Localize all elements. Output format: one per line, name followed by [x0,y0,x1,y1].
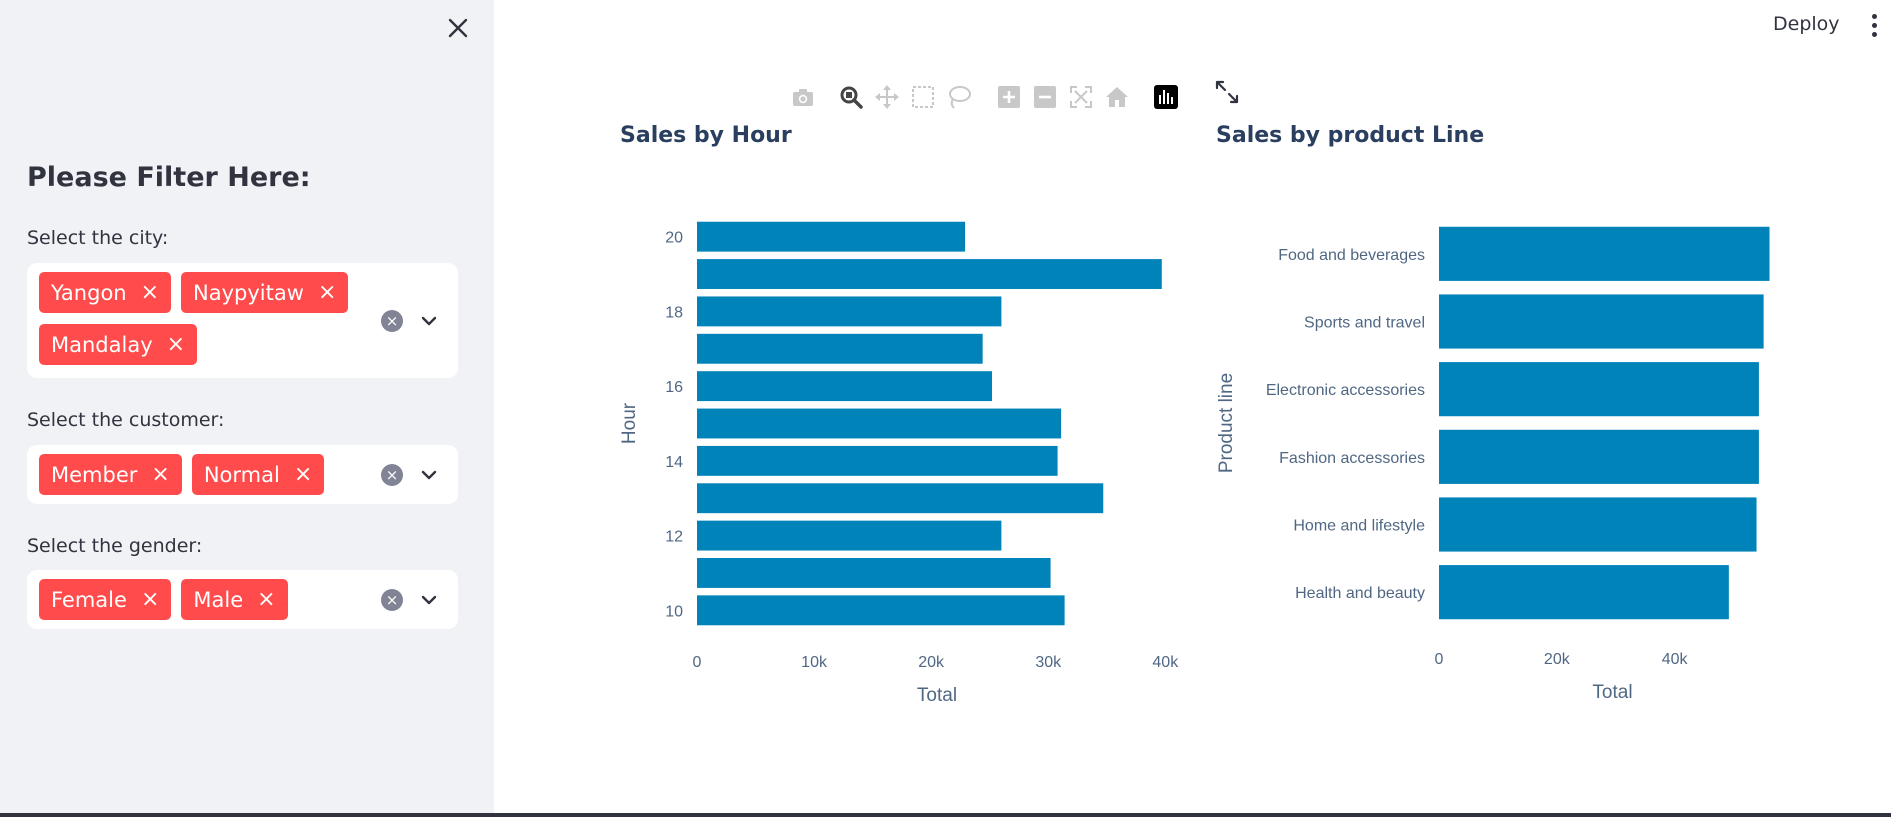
clear-all-icon[interactable]: × [381,310,403,332]
zoom-icon[interactable] [838,84,864,110]
tag-label: Member [51,462,138,487]
x-tick-label: 0 [693,654,702,671]
bar [697,296,1002,327]
x-tick-label: 0 [1435,651,1444,668]
x-axis-title: Total [917,685,957,706]
gender-multiselect[interactable]: Female × Male × × [27,570,458,629]
remove-tag-icon[interactable]: × [257,588,275,611]
y-tick-label: Electronic accessories [1266,382,1425,399]
chart-title: Sales by Hour [620,123,792,148]
chevron-down-icon[interactable] [420,466,438,484]
x-tick-label: 20k [918,654,945,671]
x-tick-label: 20k [1544,651,1571,668]
x-axis-title: Total [1592,682,1632,703]
y-tick-label: Fashion accessories [1279,450,1425,467]
tag-normal: Normal × [191,454,325,495]
y-axis-title: Hour [619,402,640,444]
x-tick-label: 30k [1035,654,1062,671]
customer-tags: Member × Normal × [39,454,369,495]
plotly-logo-icon[interactable] [1153,84,1179,110]
tag-yangon: Yangon × [39,272,172,313]
fullscreen-icon[interactable] [1214,79,1240,105]
chevron-down-icon[interactable] [420,591,438,609]
bar [1439,294,1764,349]
bar [1439,429,1759,484]
bar [697,520,1002,551]
sidebar: Please Filter Here: Select the city: Yan… [0,0,494,813]
bar [697,558,1051,588]
box-select-icon[interactable] [910,84,936,110]
y-tick-label: 14 [665,454,683,471]
remove-tag-icon[interactable]: × [141,281,159,304]
deploy-button[interactable]: Deploy [1773,13,1840,35]
lasso-select-icon[interactable] [946,84,972,110]
tag-label: Normal [203,462,280,487]
tag-male: Male × [181,579,288,620]
pan-icon[interactable] [874,84,900,110]
x-tick-label: 10k [801,654,828,671]
customer-multiselect[interactable]: Member × Normal × × [27,445,458,504]
clear-all-icon[interactable]: × [381,464,403,486]
remove-tag-icon[interactable]: × [167,333,185,356]
bar [1439,497,1757,552]
bar [697,595,1065,626]
clear-all-icon[interactable]: × [381,589,403,611]
bar [697,483,1104,514]
app: Please Filter Here: Select the city: Yan… [0,0,1891,817]
y-axis-title: Product line [1216,373,1237,473]
gender-filter-label: Select the gender: [27,535,203,557]
remove-tag-icon[interactable]: × [294,463,312,486]
zoom-in-icon[interactable] [996,84,1022,110]
bar [697,408,1062,439]
bar [697,371,993,402]
tag-label: Mandalay [51,332,153,357]
remove-tag-icon[interactable]: × [151,463,169,486]
city-multiselect[interactable]: Yangon × Naypyitaw × Mandalay × × [27,263,458,378]
tag-mandalay: Mandalay × [39,324,198,365]
tag-label: Naypyitaw [193,280,304,305]
remove-tag-icon[interactable]: × [318,281,336,304]
zoom-out-icon[interactable] [1032,84,1058,110]
bar [1439,226,1770,281]
tag-label: Female [51,587,127,612]
y-tick-label: 12 [665,529,683,546]
main-menu-icon[interactable] [1870,14,1878,40]
autoscale-icon[interactable] [1068,84,1094,110]
y-tick-label: 16 [665,379,683,396]
chevron-down-icon[interactable] [420,312,438,330]
gender-tags: Female × Male × [39,579,369,620]
tag-member: Member × [39,454,182,495]
bar [697,445,1058,476]
sales-by-hour-chart: 10 12 14 16 18 20 0 10k 20k 30k 40k Total Hour [619,221,1179,706]
x-tick-label: 40k [1662,651,1689,668]
reset-axes-icon[interactable] [1104,84,1130,110]
city-filter-label: Select the city: [27,227,169,249]
tag-female: Female × [39,579,172,620]
sidebar-title: Please Filter Here: [27,162,311,193]
y-tick-label: 18 [665,304,683,321]
bar [697,333,983,364]
customer-filter-label: Select the customer: [27,409,225,431]
bar [697,259,1162,289]
chart-title: Sales by product Line [1216,123,1485,148]
y-tick-label: Home and lifestyle [1293,518,1425,535]
remove-tag-icon[interactable]: × [141,588,159,611]
bar [697,221,966,252]
sales-by-product-line-chart: Health and beauty Home and lifestyle Fashi… [1216,226,1770,703]
y-tick-label: Food and beverages [1278,247,1425,264]
y-tick-label: 10 [665,603,683,620]
bottom-border [0,813,1891,817]
tag-naypyitaw: Naypyitaw × [181,272,349,313]
tag-label: Yangon [51,280,127,305]
y-tick-label: Sports and travel [1304,315,1425,332]
close-sidebar-icon[interactable] [446,16,470,40]
y-tick-label: Health and beauty [1295,585,1425,602]
camera-icon[interactable] [790,84,816,110]
bar [1439,362,1759,417]
city-tags: Yangon × Naypyitaw × Mandalay × [39,272,369,365]
bar [1439,565,1729,620]
tag-label: Male [193,587,244,612]
y-tick-label: 20 [665,230,683,247]
x-tick-label: 40k [1152,654,1179,671]
